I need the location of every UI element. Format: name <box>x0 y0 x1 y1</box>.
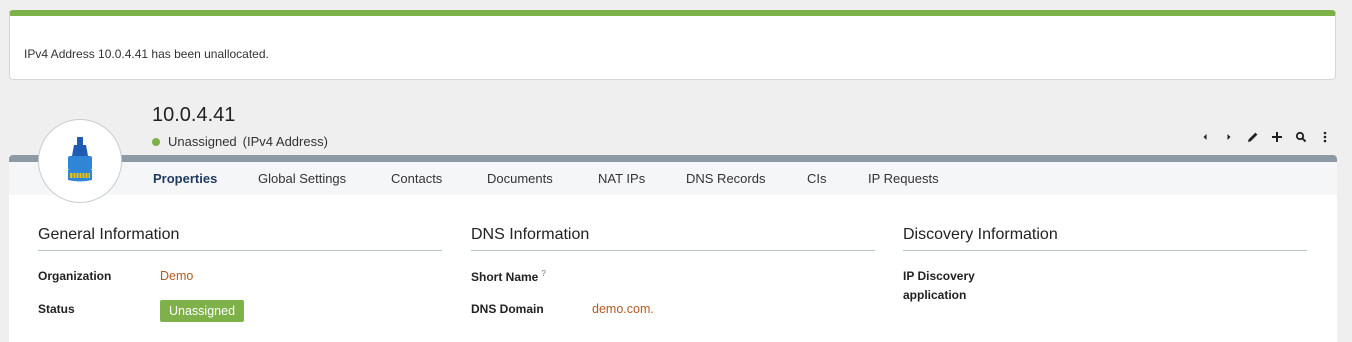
section-title: General Information <box>38 226 442 251</box>
record-type: (IPv4 Address) <box>242 134 328 149</box>
general-information-section: General Information Organization Demo St… <box>38 226 442 322</box>
organization-label: Organization <box>38 269 112 283</box>
status-text: Unassigned <box>168 134 237 149</box>
network-port-icon <box>38 119 122 203</box>
dns-information-section: DNS Information Short Name? DNS Domain d… <box>471 226 875 316</box>
section-title: Discovery Information <box>903 226 1307 251</box>
organization-link[interactable]: Demo <box>160 269 193 283</box>
help-icon[interactable]: ? <box>541 269 545 278</box>
chevron-right-icon[interactable] <box>1218 128 1240 146</box>
status-badge: Unassigned <box>160 300 245 322</box>
tab-dns-records[interactable]: DNS Records <box>686 171 765 186</box>
plus-icon[interactable] <box>1266 128 1288 146</box>
tab-contacts[interactable]: Contacts <box>391 171 442 186</box>
short-name-label-text: Short Name <box>471 270 539 284</box>
ip-discovery-label-line2: application <box>903 288 967 302</box>
record-toolbar <box>1192 128 1336 146</box>
tab-nat-ips[interactable]: NAT IPs <box>598 171 645 186</box>
tab-documents[interactable]: Documents <box>487 171 553 186</box>
page-title: 10.0.4.41 <box>152 104 236 126</box>
tab-properties[interactable]: Properties <box>153 171 217 186</box>
status-dot-icon <box>152 137 160 146</box>
tab-cis[interactable]: CIs <box>807 171 827 186</box>
pencil-icon[interactable] <box>1242 128 1264 146</box>
status-label: Status <box>38 302 75 316</box>
notification-banner: IPv4 Address 10.0.4.41 has been unalloca… <box>9 10 1336 80</box>
search-icon[interactable] <box>1290 128 1312 146</box>
more-vertical-icon[interactable] <box>1314 128 1336 146</box>
section-title: DNS Information <box>471 226 875 251</box>
short-name-label: Short Name? <box>471 269 546 284</box>
dns-domain-label: DNS Domain <box>471 302 544 316</box>
notification-message: IPv4 Address 10.0.4.41 has been unalloca… <box>24 47 269 61</box>
discovery-information-section: Discovery Information IP Discovery appli… <box>903 226 1307 302</box>
ip-discovery-label-line1: IP Discovery <box>903 269 975 283</box>
dns-domain-link[interactable]: demo.com. <box>592 302 654 316</box>
tab-bar: Properties Global Settings Contacts Docu… <box>9 162 1337 195</box>
tab-global-settings[interactable]: Global Settings <box>258 171 346 186</box>
record-status: Unassigned (IPv4 Address) <box>152 134 328 149</box>
tab-ip-requests[interactable]: IP Requests <box>868 171 939 186</box>
chevron-left-icon[interactable] <box>1194 128 1216 146</box>
